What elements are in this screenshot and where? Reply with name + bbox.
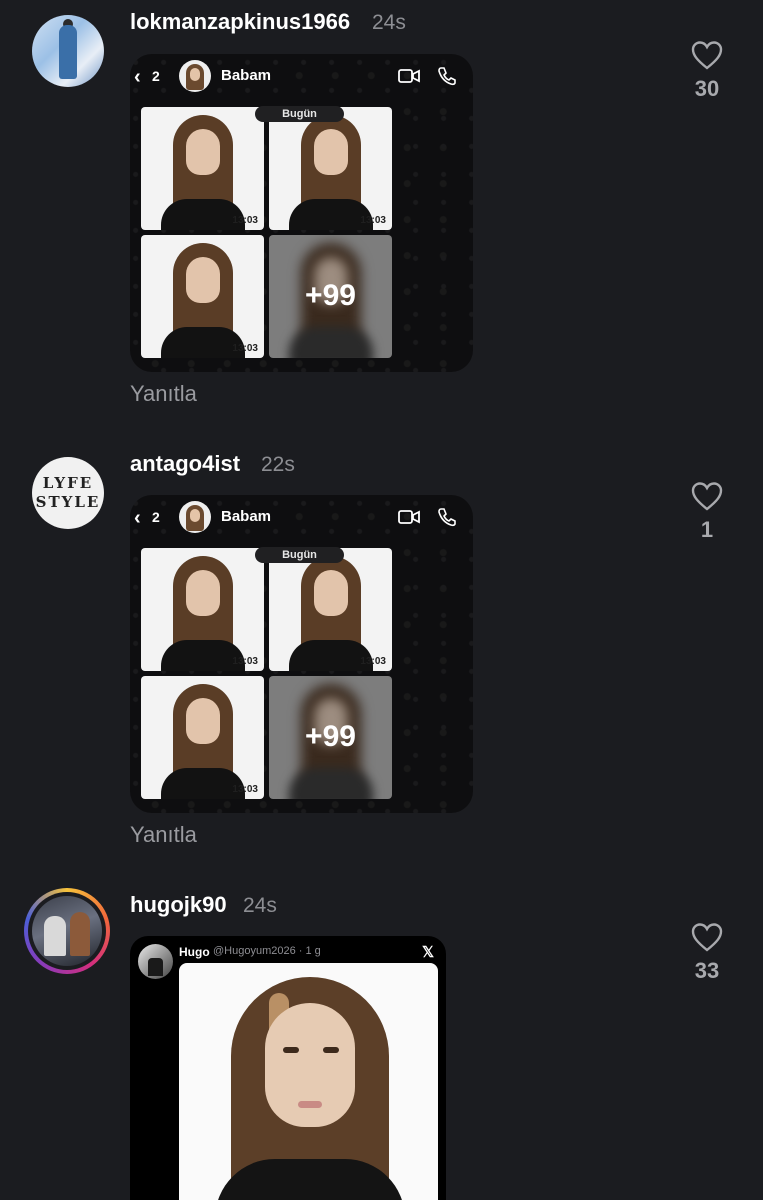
chat-screenshot-card[interactable]: ‹ 2 Babam Bugün 13:03 13:03 13:03 +99	[130, 54, 473, 372]
like-button[interactable]: 33	[685, 922, 729, 984]
back-count: 2	[152, 68, 160, 84]
more-count: +99	[305, 279, 356, 312]
timestamp: 22s	[261, 453, 295, 476]
more-count: +99	[305, 720, 356, 753]
video-call-icon	[398, 510, 420, 524]
heart-icon	[691, 41, 723, 70]
avatar[interactable]: LYFE STYLE	[32, 457, 104, 529]
photo-time: 13:03	[360, 656, 386, 667]
chat-screenshot-card[interactable]: ‹ 2 Babam Bugün 13:03 13:03 13:03 +99	[130, 495, 473, 813]
photo-tile[interactable]: 13:03	[141, 107, 264, 230]
photo-tile-more[interactable]: +99	[269, 235, 392, 358]
tweet-author-name: Hugo	[179, 945, 210, 959]
avatar-story-ring[interactable]	[24, 888, 110, 974]
username[interactable]: lokmanzapkinus1966	[130, 9, 350, 35]
like-button[interactable]: 1	[685, 481, 729, 543]
photo-grid: 13:03 13:03 13:03 +99	[141, 548, 393, 802]
username[interactable]: antago4ist	[130, 451, 240, 477]
contact-name: Babam	[221, 67, 272, 84]
like-count: 33	[694, 958, 720, 983]
phone-icon	[438, 67, 456, 86]
phone-icon	[438, 508, 456, 527]
avatar-text: LYFE	[42, 474, 94, 492]
date-badge: Bugün	[255, 547, 344, 563]
photo-tile[interactable]: 13:03	[269, 107, 392, 230]
x-logo-icon: 𝕏	[422, 944, 435, 961]
back-count: 2	[152, 509, 160, 525]
contact-name: Babam	[221, 508, 272, 525]
photo-tile[interactable]: 13:03	[269, 548, 392, 671]
back-chevron-icon: ‹	[134, 66, 141, 88]
chat-header: ‹ 2 Babam	[130, 495, 473, 541]
avatar[interactable]	[32, 15, 104, 87]
photo-tile[interactable]: 13:03	[141, 235, 264, 358]
contact-avatar	[179, 501, 211, 533]
photo-time: 13:03	[232, 343, 258, 354]
avatar-figure	[59, 25, 77, 79]
tweet-photo[interactable]	[179, 963, 438, 1200]
contact-avatar	[179, 60, 211, 92]
back-chevron-icon: ‹	[134, 507, 141, 529]
photo-tile[interactable]: 13:03	[141, 548, 264, 671]
reply-button[interactable]: Yanıtla	[130, 822, 197, 848]
like-count: 30	[694, 76, 720, 101]
like-count: 1	[700, 517, 714, 542]
tweet-avatar	[138, 944, 173, 979]
timestamp: 24s	[372, 11, 406, 34]
photo-tile-more[interactable]: +99	[269, 676, 392, 799]
chat-header: ‹ 2 Babam	[130, 54, 473, 100]
heart-icon	[691, 923, 723, 952]
date-badge: Bugün	[255, 106, 344, 122]
photo-grid: 13:03 13:03 13:03 +99	[141, 107, 393, 361]
like-button[interactable]: 30	[685, 40, 729, 102]
photo-time: 13:03	[232, 656, 258, 667]
avatar-text: STYLE	[35, 493, 101, 511]
tweet-screenshot-card[interactable]: Hugo @Hugoyum2026 · 1 g 𝕏	[130, 936, 446, 1200]
username[interactable]: hugojk90	[130, 892, 227, 918]
tweet-handle: @Hugoyum2026 · 1 g	[213, 945, 321, 957]
photo-tile[interactable]: 13:03	[141, 676, 264, 799]
reply-button[interactable]: Yanıtla	[130, 381, 197, 407]
heart-icon	[691, 482, 723, 511]
video-call-icon	[398, 69, 420, 83]
photo-time: 13:03	[232, 784, 258, 795]
timestamp: 24s	[243, 894, 277, 917]
photo-time: 13:03	[360, 215, 386, 226]
photo-time: 13:03	[232, 215, 258, 226]
